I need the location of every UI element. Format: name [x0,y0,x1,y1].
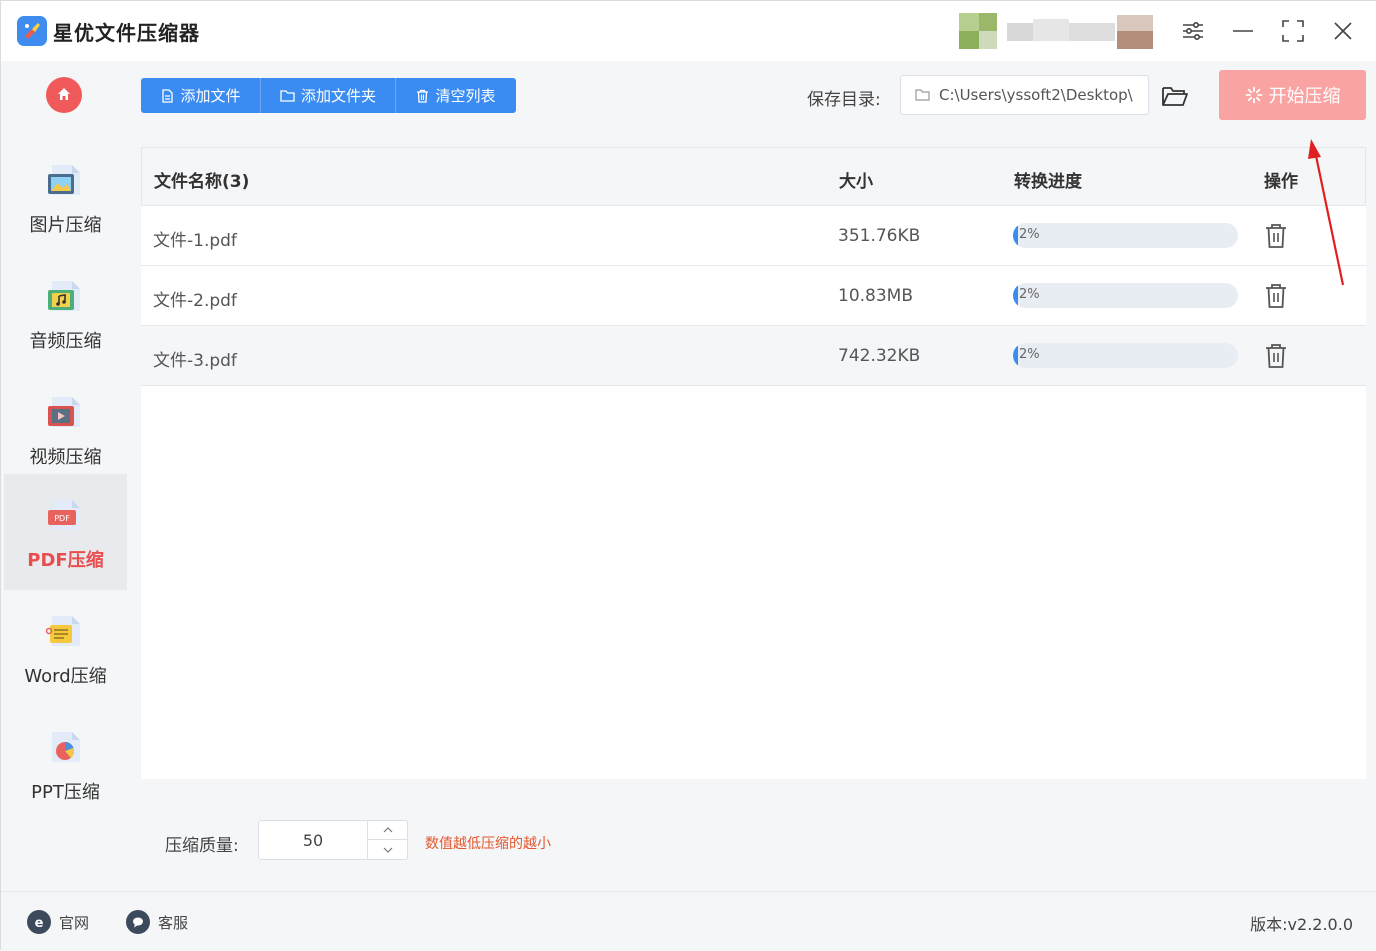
progress-label: 2% [1019,347,1040,362]
home-icon[interactable] [46,77,82,113]
chat-bubble-icon [126,910,150,934]
progress-fill [1013,283,1018,308]
sidebar-item-label: 音频压缩 [29,331,102,352]
sidebar-item-label: PPT压缩 [31,782,100,803]
sidebar-item-label: PDF压缩 [27,550,104,571]
file-name: 文件-2.pdf [153,291,237,311]
sidebar-item-video[interactable]: 视频压缩 [4,371,127,487]
app-logo-icon [17,16,47,46]
footer: e 官网 客服 版本:v2.2.0.0 [1,891,1376,951]
add-folder-label: 添加文件夹 [300,87,376,105]
trash-icon [416,89,429,103]
pdf-file-icon: PDF [48,500,80,530]
settings-sliders-icon[interactable] [1178,16,1208,46]
file-size: 351.76KB [838,226,921,246]
progress-bar: 2% [1013,283,1238,308]
sidebar-item-audio[interactable]: 音频压缩 [4,255,127,371]
app-window: 星优文件压缩器 图片压缩 音频压缩 视频压缩 PDF PDF压缩 Word压缩 … [0,0,1376,951]
file-icon [160,88,174,103]
close-icon[interactable] [1328,16,1358,46]
quality-label: 压缩质量: [165,836,239,856]
sidebar-item-ppt[interactable]: PPT压缩 [4,706,127,822]
toolbar-button-group: 添加文件 添加文件夹 清空列表 [141,78,516,113]
header-action: 操作 [1264,172,1298,192]
table-row[interactable]: 文件-1.pdf 351.76KB 2% [141,206,1366,266]
settings-panel: 压缩质量: 50 数值越低压缩的越小 [128,792,1376,891]
header-size: 大小 [839,172,873,192]
add-file-label: 添加文件 [180,87,241,105]
sidebar-item-label: Word压缩 [24,666,107,687]
delete-icon[interactable] [1263,222,1289,250]
quality-value[interactable]: 50 [259,831,367,850]
website-label: 官网 [59,913,90,932]
delete-icon[interactable] [1263,282,1289,310]
clear-list-button[interactable]: 清空列表 [396,78,516,113]
add-file-button[interactable]: 添加文件 [141,78,261,113]
table-header: 文件名称(3) 大小 转换进度 操作 [141,147,1366,206]
loading-spinner-icon [1245,86,1263,104]
start-compress-button[interactable]: 开始压缩 [1219,70,1366,120]
maximize-icon[interactable] [1278,16,1308,46]
file-size: 10.83MB [838,286,913,306]
chevron-up-icon[interactable] [368,821,408,840]
chevron-down-icon[interactable] [368,840,408,859]
add-folder-button[interactable]: 添加文件夹 [261,78,396,113]
image-file-icon [48,165,80,195]
website-link[interactable]: e 官网 [27,910,89,934]
sidebar-item-label: 图片压缩 [29,215,102,236]
file-table: 文件名称(3) 大小 转换进度 操作 文件-1.pdf 351.76KB 2% … [141,147,1366,779]
header-progress: 转换进度 [1014,172,1082,192]
save-dir-field[interactable]: C:\Users\yssoft2\Desktop\ [900,75,1149,115]
clear-list-label: 清空列表 [435,87,496,105]
progress-bar: 2% [1013,223,1238,248]
sidebar: 图片压缩 音频压缩 视频压缩 PDF PDF压缩 Word压缩 PPT压缩 [4,61,127,891]
table-row[interactable]: 文件-3.pdf 742.32KB 2% [141,326,1366,386]
title-bar: 星优文件压缩器 [1,1,1376,61]
folder-icon [280,89,295,102]
open-folder-icon[interactable] [1161,83,1189,109]
sidebar-item-pdf[interactable]: PDF PDF压缩 [4,474,127,590]
sidebar-item-image[interactable]: 图片压缩 [4,139,127,255]
toolbar: 添加文件 添加文件夹 清空列表 保存目录: C:\Users\yssoft2\D… [128,61,1376,133]
start-compress-label: 开始压缩 [1268,86,1341,107]
file-name: 文件-3.pdf [153,351,237,371]
progress-fill [1013,223,1018,248]
header-name: 文件名称(3) [154,172,250,192]
table-row[interactable]: 文件-2.pdf 10.83MB 2% [141,266,1366,326]
audio-file-icon [48,281,80,311]
folder-icon [915,89,930,101]
app-title: 星优文件压缩器 [53,21,200,45]
word-file-icon [46,616,80,646]
progress-label: 2% [1019,287,1040,302]
sidebar-item-word[interactable]: Word压缩 [4,590,127,706]
quality-hint: 数值越低压缩的越小 [425,836,551,852]
version-label: 版本:v2.2.0.0 [1250,915,1353,934]
quality-stepper[interactable]: 50 [258,820,408,860]
progress-bar: 2% [1013,343,1238,368]
save-dir-value: C:\Users\yssoft2\Desktop\ [939,86,1133,104]
stepper-buttons [367,821,408,859]
annotation-arrow-icon [1308,139,1345,286]
user-avatar[interactable] [959,13,1155,49]
delete-icon[interactable] [1263,342,1289,370]
svg-text:PDF: PDF [54,514,70,523]
progress-label: 2% [1019,227,1040,242]
sidebar-item-label: 视频压缩 [29,447,102,468]
file-size: 742.32KB [838,346,921,366]
minimize-icon[interactable] [1228,16,1258,46]
svg-text:e: e [35,916,44,929]
video-file-icon [48,397,80,427]
main-panel: 添加文件 添加文件夹 清空列表 保存目录: C:\Users\yssoft2\D… [128,61,1376,891]
support-label: 客服 [158,913,189,932]
file-name: 文件-1.pdf [153,231,237,251]
ie-browser-icon: e [27,910,51,934]
save-dir-label: 保存目录: [807,90,881,110]
ppt-file-icon [52,732,80,762]
support-link[interactable]: 客服 [126,910,188,934]
progress-fill [1013,343,1018,368]
